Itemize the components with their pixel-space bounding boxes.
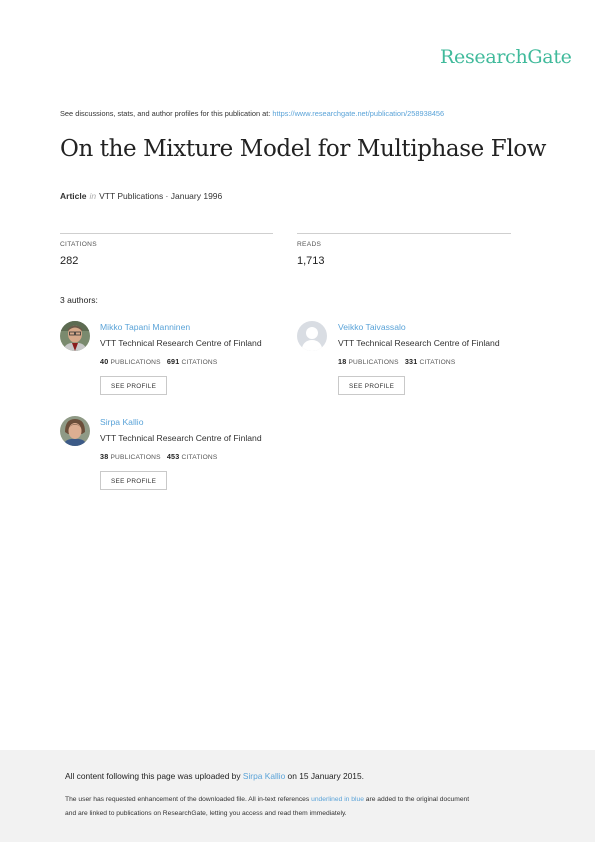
- citations-count: 691: [166, 357, 180, 366]
- publications-label: PUBLICATIONS: [110, 454, 161, 461]
- author-name[interactable]: Veikko Taivassalo: [338, 322, 406, 332]
- citations-count: 331: [404, 357, 418, 366]
- default-user-icon: [297, 321, 327, 351]
- publications-count: 38: [100, 452, 109, 461]
- meta-in: in: [89, 191, 97, 201]
- citations-count: 282: [60, 255, 79, 267]
- enhancement-notice-pre: The user has requested enhancement of th…: [65, 796, 312, 803]
- reads-label: READS: [297, 241, 322, 248]
- citations-label: CITATIONS: [181, 359, 218, 366]
- enhancement-notice: The user has requested enhancement of th…: [65, 796, 469, 803]
- article-venue[interactable]: VTT Publications · January 1996: [99, 191, 222, 201]
- citations-divider: [60, 233, 273, 234]
- author-avatar-photo-icon[interactable]: [60, 321, 90, 351]
- author-stats: 18 PUBLICATIONS 331 CITATIONS: [338, 357, 455, 366]
- citations-label: CITATIONS: [181, 454, 218, 461]
- enhancement-notice-post: are added to the original document: [363, 796, 470, 803]
- see-profile-button[interactable]: SEE PROFILE: [100, 471, 168, 490]
- author-avatar-default-user-icon[interactable]: [297, 321, 327, 351]
- publications-count: 18: [338, 357, 347, 366]
- author-avatar-photo-icon[interactable]: [60, 416, 90, 446]
- upload-notice-pre: All content following this page was uplo…: [65, 771, 243, 781]
- authors-heading: 3 authors:: [60, 295, 98, 305]
- underlined-in-blue-text: underlined in blue: [311, 796, 364, 803]
- discussion-text: See discussions, stats, and author profi…: [60, 109, 273, 118]
- reads-count: 1,713: [297, 255, 325, 267]
- see-profile-button[interactable]: SEE PROFILE: [338, 376, 406, 395]
- discussion-line: See discussions, stats, and author profi…: [60, 109, 444, 118]
- author-name[interactable]: Mikko Tapani Manninen: [100, 322, 190, 332]
- page-title: On the Mixture Model for Multiphase Flow: [60, 136, 547, 162]
- citations-label: CITATIONS: [60, 241, 97, 248]
- researchgate-logo[interactable]: ResearchGate: [440, 46, 572, 68]
- person-photo-icon: [60, 416, 90, 446]
- see-profile-button[interactable]: SEE PROFILE: [100, 376, 168, 395]
- author-affiliation[interactable]: VTT Technical Research Centre of Finland: [338, 338, 500, 348]
- author-stats: 40 PUBLICATIONS 691 CITATIONS: [100, 357, 217, 366]
- person-photo-icon: [60, 321, 90, 351]
- publication-link[interactable]: https://www.researchgate.net/publication…: [272, 109, 444, 118]
- publications-label: PUBLICATIONS: [110, 359, 161, 366]
- author-name[interactable]: Sirpa Kallio: [100, 417, 143, 427]
- author-affiliation[interactable]: VTT Technical Research Centre of Finland: [100, 338, 262, 348]
- upload-notice: All content following this page was uplo…: [65, 771, 364, 781]
- article-type: Article: [60, 191, 87, 201]
- author-affiliation[interactable]: VTT Technical Research Centre of Finland: [100, 433, 262, 443]
- uploader-link[interactable]: Sirpa Kallio: [243, 771, 285, 781]
- reads-divider: [297, 233, 511, 234]
- upload-notice-post: on 15 January 2015.: [285, 771, 364, 781]
- citations-label: CITATIONS: [419, 359, 456, 366]
- citations-count: 453: [166, 452, 180, 461]
- publications-label: PUBLICATIONS: [348, 359, 399, 366]
- author-stats: 38 PUBLICATIONS 453 CITATIONS: [100, 452, 217, 461]
- article-meta: Article in VTT Publications · January 1996: [60, 191, 222, 201]
- publications-count: 40: [100, 357, 109, 366]
- enhancement-notice-line-2: and are linked to publications on Resear…: [65, 810, 347, 817]
